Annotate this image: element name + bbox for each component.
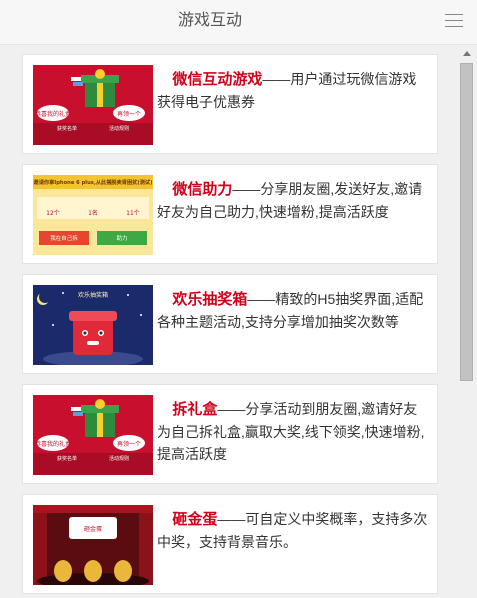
gift-link-winners: 获奖名单: [57, 125, 77, 132]
item-title[interactable]: 砸金蛋: [172, 511, 217, 528]
assist-stat-3: 11个: [126, 210, 140, 217]
item-description: 微信助力——分享朋友圈,发送好友,邀请好友为自己助力,快速增粉,提高活跃度: [157, 178, 429, 223]
vertical-scrollbar[interactable]: [457, 45, 477, 598]
list-item[interactable]: 邀请你拿Iphone 6 plus,从此摆脱卖肾困扰(测试) 12个 1名 11…: [22, 164, 438, 264]
assist-stat-1: 12个: [46, 210, 60, 217]
game-thumbnail[interactable]: 恭喜我的礼盒 再领一个 获奖名单 活动规则: [33, 65, 153, 145]
gift-link-rules: 活动规则: [109, 125, 129, 132]
game-thumbnail[interactable]: 恭喜我的礼盒 再领一个 获奖名单 活动规则: [33, 395, 153, 475]
app-header: 游戏互动: [0, 0, 477, 45]
list-item[interactable]: 欢乐抽奖箱 欢乐抽奖箱——精致的H5抽奖界面,适配各种主题活动,支持分享增加抽奖…: [22, 274, 438, 374]
scroll-up-arrow-icon[interactable]: [463, 51, 471, 56]
page-title: 游戏互动: [177, 12, 242, 29]
lottery-title: 欢乐抽奖箱: [78, 291, 108, 299]
item-title[interactable]: 欢乐抽奖箱: [172, 291, 247, 308]
item-description: 微信互动游戏——用户通过玩微信游戏获得电子优惠券: [157, 68, 429, 113]
item-title[interactable]: 微信助力: [172, 181, 232, 198]
game-thumbnail[interactable]: 砸金蛋: [33, 505, 153, 585]
list-item[interactable]: 恭喜我的礼盒 再领一个 获奖名单 活动规则 微信互动游戏——用户通过玩微信游戏获…: [22, 54, 438, 154]
content-list: 恭喜我的礼盒 再领一个 获奖名单 活动规则 微信互动游戏——用户通过玩微信游戏获…: [0, 45, 457, 598]
list-item[interactable]: 砸金蛋 砸金蛋——可自定义中奖概率，支持多次中奖，支持背景音乐。: [22, 494, 438, 594]
assist-title: 邀请你拿Iphone 6 plus,从此摆脱卖肾困扰(测试): [34, 178, 153, 186]
game-thumbnail[interactable]: 邀请你拿Iphone 6 plus,从此摆脱卖肾困扰(测试) 12个 1名 11…: [33, 175, 153, 255]
item-description: 拆礼盒——分享活动到朋友圈,邀请好友为自己拆礼盒,赢取大奖,线下领奖,快速增粉,…: [157, 398, 429, 465]
gift-right-label: 再领一个: [117, 110, 141, 118]
item-title[interactable]: 拆礼盒: [172, 401, 217, 418]
item-description: 砸金蛋——可自定义中奖概率，支持多次中奖，支持背景音乐。: [157, 508, 429, 553]
hamburger-menu-icon[interactable]: [445, 14, 463, 28]
assist-btn-help: 助力: [116, 234, 127, 242]
assist-stat-2: 1名: [88, 209, 98, 217]
gift-left-label: 恭喜我的礼盒: [35, 440, 71, 448]
list-item[interactable]: 恭喜我的礼盒 再领一个 获奖名单 活动规则 拆礼盒——分享活动到朋友圈,邀请好友…: [22, 384, 438, 484]
game-thumbnail[interactable]: 欢乐抽奖箱: [33, 285, 153, 365]
assist-btn-self: 我在自己拆: [50, 234, 78, 242]
item-title[interactable]: 微信互动游戏: [172, 71, 262, 88]
item-description: 欢乐抽奖箱——精致的H5抽奖界面,适配各种主题活动,支持分享增加抽奖次数等: [157, 288, 429, 333]
egg-banner: 砸金蛋: [84, 525, 102, 533]
gift-left-label: 恭喜我的礼盒: [35, 110, 71, 118]
gift-right-label: 再领一个: [117, 440, 141, 448]
gift-link-winners: 获奖名单: [57, 455, 77, 462]
gift-link-rules: 活动规则: [109, 455, 129, 462]
scrollbar-thumb[interactable]: [460, 63, 473, 381]
